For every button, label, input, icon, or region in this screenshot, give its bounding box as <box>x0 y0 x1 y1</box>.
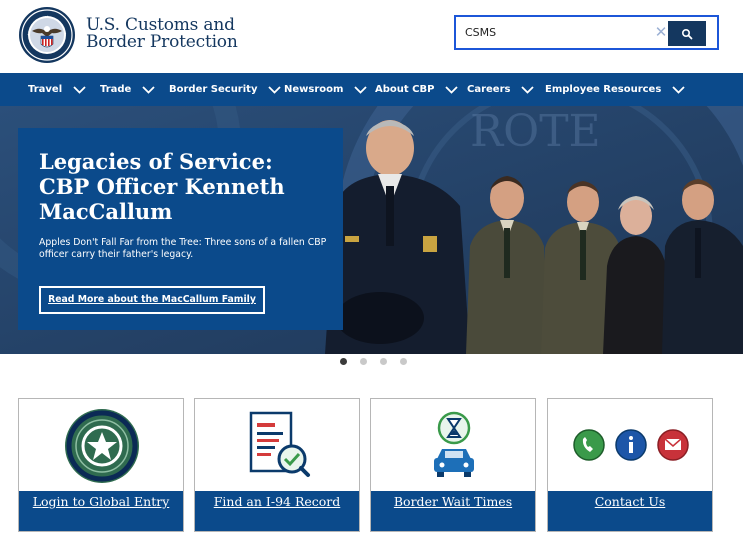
card-label: Find an I-94 Record <box>195 491 359 531</box>
read-more-button[interactable]: Read More about the MacCallum Family <box>39 286 265 314</box>
chevron-down-icon <box>268 85 282 94</box>
card-border-wait-times[interactable]: Border Wait Times <box>370 398 536 532</box>
chevron-down-icon <box>672 85 685 94</box>
nav-item-employee-resources[interactable]: Employee Resources <box>545 73 685 106</box>
carousel-dot-1[interactable] <box>340 358 347 365</box>
carousel-dot-2[interactable] <box>360 358 367 365</box>
nav-item-trade[interactable]: Trade <box>100 73 155 106</box>
document-search-icon <box>249 411 310 477</box>
nav-item-travel[interactable]: Travel <box>28 73 86 106</box>
nav-item-label: About CBP <box>375 84 435 95</box>
carousel-dot-4[interactable] <box>400 358 407 365</box>
phone-icon <box>573 429 605 461</box>
info-icon <box>615 429 647 461</box>
nav-item-border-security[interactable]: Border Security <box>169 73 282 106</box>
hero-carousel: ROTE Legacies of Service: CBP Officer Ke… <box>0 106 743 354</box>
card-i94-record[interactable]: Find an I-94 Record <box>194 398 360 532</box>
nav-item-label: Employee Resources <box>545 84 662 95</box>
card-global-entry[interactable]: Login to Global Entry <box>18 398 184 532</box>
hourglass-car-icon <box>434 411 474 477</box>
nav-item-label: Trade <box>100 84 132 95</box>
site-header: U.S. Customs and Border Protection ✕ <box>0 0 743 73</box>
search-button[interactable] <box>668 21 706 46</box>
nav-item-label: Newsroom <box>284 84 344 95</box>
hero-title: Legacies of Service: CBP Officer Kenneth… <box>39 149 285 224</box>
chevron-down-icon <box>445 85 459 94</box>
chevron-down-icon <box>73 85 86 94</box>
chevron-down-icon <box>521 85 535 94</box>
main-nav: Travel Trade Border Security Newsroom Ab… <box>0 73 743 106</box>
hero-card: Legacies of Service: CBP Officer Kenneth… <box>18 128 343 330</box>
contact-icons <box>573 429 689 461</box>
nav-item-newsroom[interactable]: Newsroom <box>284 73 368 106</box>
hero-description: Apples Don't Fall Far from the Tree: Thr… <box>39 237 327 260</box>
search-box: ✕ <box>454 15 719 50</box>
brand-line-2: Border Protection <box>86 32 238 52</box>
site-brand[interactable]: U.S. Customs and Border Protection <box>86 17 238 51</box>
nav-item-label: Travel <box>28 84 63 95</box>
chevron-down-icon <box>142 85 155 94</box>
cbp-seal-logo[interactable] <box>18 6 76 64</box>
search-icon <box>681 28 693 39</box>
nav-item-label: Careers <box>467 84 511 95</box>
nav-item-label: Border Security <box>169 84 258 95</box>
nav-item-about-cbp[interactable]: About CBP <box>375 73 459 106</box>
mail-icon <box>657 429 689 461</box>
card-label: Contact Us <box>548 491 712 531</box>
card-label: Login to Global Entry <box>19 491 183 531</box>
chevron-down-icon <box>354 85 368 94</box>
global-entry-icon <box>65 409 139 483</box>
nav-item-careers[interactable]: Careers <box>467 73 535 106</box>
card-label: Border Wait Times <box>371 491 535 531</box>
search-input[interactable] <box>465 20 670 45</box>
carousel-dot-3[interactable] <box>380 358 387 365</box>
card-contact-us[interactable]: Contact Us <box>547 398 713 532</box>
svg-text:ROTE: ROTE <box>470 106 601 157</box>
